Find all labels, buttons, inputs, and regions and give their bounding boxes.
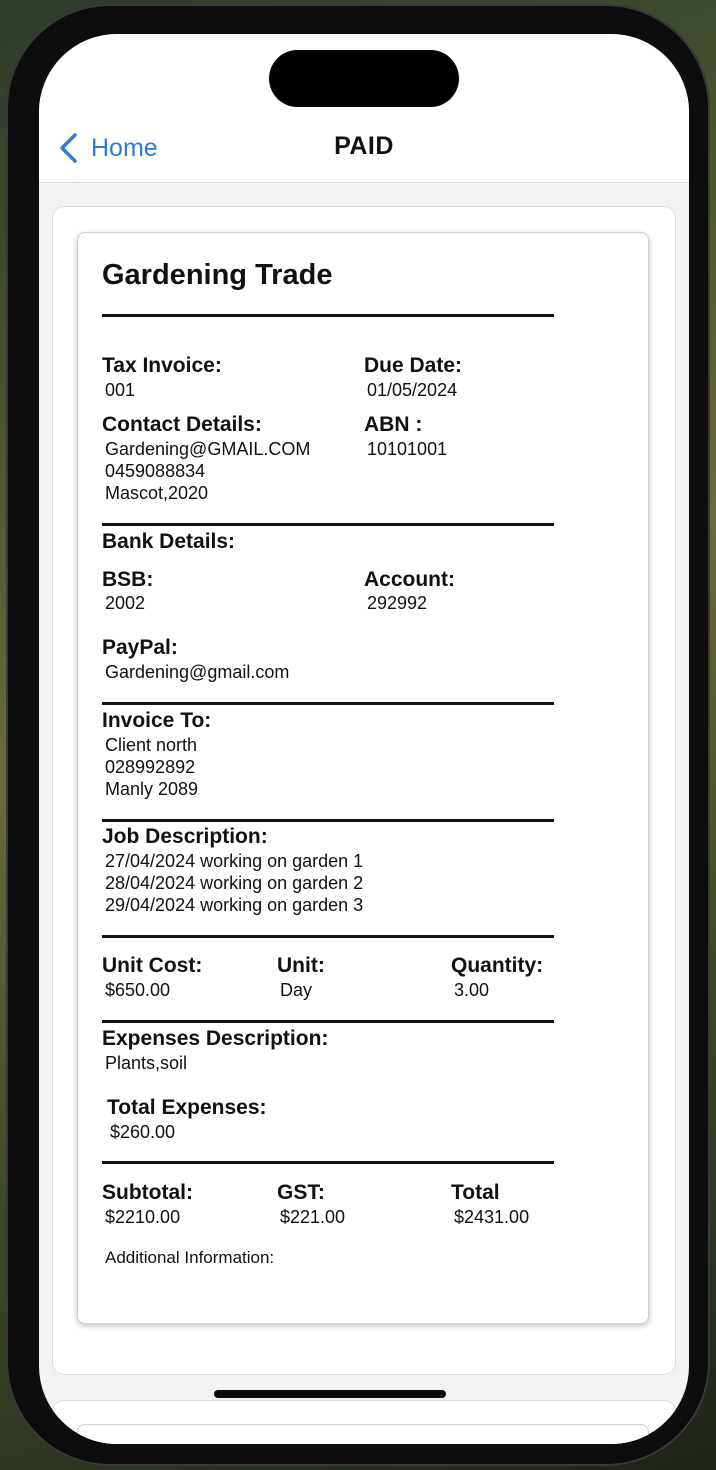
divider — [102, 1161, 554, 1164]
due-date-value: 01/05/2024 — [367, 380, 458, 400]
quantity-label: Quantity: — [451, 954, 544, 977]
abn-value: 10101001 — [367, 439, 448, 459]
quantity-value: 3.00 — [454, 980, 490, 1000]
divider — [102, 819, 554, 822]
invoice-to-label: Invoice To: — [102, 709, 212, 732]
client-phone: 028992892 — [105, 757, 196, 777]
page-title: PAID — [334, 132, 394, 160]
divider — [102, 523, 554, 526]
home-indicator[interactable] — [214, 1390, 446, 1398]
total-expenses-label: Total Expenses: — [107, 1096, 267, 1119]
abn-label: ABN : — [364, 413, 423, 436]
paypal-value: Gardening@gmail.com — [105, 662, 290, 682]
account-value: 292992 — [367, 593, 428, 613]
contact-email: Gardening@GMAIL.COM — [105, 439, 311, 459]
unit-cost-value: $650.00 — [105, 980, 171, 1000]
divider — [102, 702, 554, 705]
tax-invoice-value: 001 — [105, 380, 136, 400]
bsb-value: 2002 — [105, 593, 146, 613]
additional-information-label: Additional Information: — [105, 1248, 275, 1267]
phone-frame: Home PAID Gardening Trade Tax Invoice: 0… — [6, 4, 710, 1466]
due-date-label: Due Date: — [364, 354, 463, 377]
contact-details-label: Contact Details: — [102, 413, 262, 436]
dynamic-island — [269, 50, 459, 107]
job-line: 27/04/2024 working on garden 1 — [105, 851, 364, 871]
gst-value: $221.00 — [280, 1207, 346, 1227]
tax-invoice-label: Tax Invoice: — [102, 354, 222, 377]
expenses-description-label: Expenses Description: — [102, 1027, 329, 1050]
divider — [102, 1020, 554, 1023]
total-expenses-value: $260.00 — [110, 1122, 176, 1142]
contact-phone: 0459088834 — [105, 461, 206, 481]
unit-label: Unit: — [277, 954, 325, 977]
unit-cost-label: Unit Cost: — [102, 954, 203, 977]
account-label: Account: — [364, 568, 455, 591]
expenses-description-value: Plants,soil — [105, 1053, 188, 1073]
total-label: Total — [451, 1181, 500, 1204]
job-description-label: Job Description: — [102, 825, 268, 848]
gst-label: GST: — [277, 1181, 325, 1204]
bsb-label: BSB: — [102, 568, 154, 591]
business-name: Gardening Trade — [102, 259, 333, 291]
job-line: 28/04/2024 working on garden 2 — [105, 873, 364, 893]
invoice-card — [77, 1424, 649, 1444]
job-line: 29/04/2024 working on garden 3 — [105, 895, 364, 915]
screen: Home PAID Gardening Trade Tax Invoice: 0… — [39, 34, 689, 1444]
client-address: Manly 2089 — [105, 779, 199, 799]
unit-value: Day — [280, 980, 313, 1000]
paypal-label: PayPal: — [102, 636, 178, 659]
divider — [102, 314, 554, 317]
contact-address: Mascot,2020 — [105, 483, 209, 503]
total-value: $2431.00 — [454, 1207, 530, 1227]
bank-details-label: Bank Details: — [102, 530, 236, 553]
subtotal-label: Subtotal: — [102, 1181, 193, 1204]
client-name: Client north — [105, 735, 198, 755]
divider — [102, 935, 554, 938]
subtotal-value: $2210.00 — [105, 1207, 181, 1227]
